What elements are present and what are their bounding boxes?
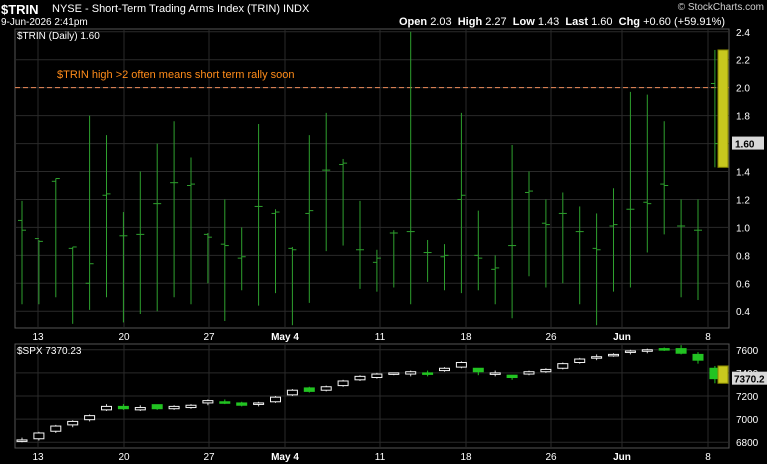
spx-xtick-label: May 4 [271, 452, 299, 463]
spx-candle [67, 420, 79, 426]
trin-xtick-label: May 4 [271, 332, 299, 343]
spx-candle [202, 400, 214, 404]
spx-candle [405, 371, 417, 375]
spx-xtick-label: 26 [545, 452, 557, 463]
spx-candle [151, 404, 163, 410]
trin-ytick-label: 2.4 [736, 28, 750, 39]
spx-candle [168, 405, 180, 410]
spx-candle [472, 367, 484, 373]
trin-xtick-label: 26 [545, 332, 557, 343]
spx-xtick-label: 18 [460, 452, 472, 463]
spx-ytick-label: 7200 [736, 392, 759, 403]
spx-candle [219, 401, 231, 404]
spx-candle [270, 396, 281, 403]
spx-candle [33, 432, 45, 440]
spx-last-highlight [717, 365, 729, 384]
spx-candle [320, 386, 332, 391]
spx-candle [117, 405, 129, 410]
spx-candle [523, 371, 535, 375]
spx-candle [388, 372, 400, 375]
trin-last-highlight [717, 49, 729, 168]
trin-xtick-label: 18 [460, 332, 472, 343]
trin-chart: 0.40.60.81.01.21.41.61.82.02.22.4132027M… [14, 28, 767, 463]
spx-last-label: 7370.2 [734, 375, 765, 386]
spx-candle [303, 387, 315, 392]
trin-ytick-label: 0.8 [736, 251, 750, 262]
spx-xtick-label: 13 [32, 452, 44, 463]
trin-xtick-label: 11 [375, 332, 386, 343]
trin-ytick-label: 2.0 [736, 84, 750, 95]
spx-candle [371, 373, 383, 379]
trin-ytick-label: 2.2 [736, 56, 750, 67]
spx-candle [185, 404, 197, 409]
trin-ytick-label: 1.8 [736, 112, 750, 123]
spx-candle [16, 439, 28, 442]
spx-candle [574, 358, 586, 363]
trin-xtick-label: 27 [203, 332, 215, 343]
spx-candle [624, 350, 636, 353]
spx-candle [540, 368, 552, 373]
trin-xtick-label: 8 [705, 332, 711, 343]
spx-candle [506, 374, 518, 379]
trin-annotation: $TRIN high >2 often means short term ral… [57, 69, 295, 81]
spx-xtick-label: Jun [613, 452, 631, 463]
spx-candle [489, 372, 501, 375]
spx-candle [84, 415, 96, 421]
spx-candle [658, 348, 670, 351]
spx-legend: $SPX 7370.23 [17, 346, 82, 357]
trin-legend: $TRIN (Daily) 1.60 [17, 31, 100, 42]
spx-candle [236, 402, 248, 406]
spx-xtick-label: 11 [375, 452, 386, 463]
spx-candle [455, 361, 467, 368]
spx-ytick-label: 6800 [736, 438, 759, 449]
spx-candle [608, 353, 619, 357]
spx-candle [354, 375, 366, 381]
spx-candle [557, 363, 569, 369]
spx-candle [422, 372, 434, 375]
trin-xtick-label: Jun [613, 332, 631, 343]
spx-ytick-label: 7600 [736, 346, 759, 357]
spx-candle [692, 353, 704, 361]
trin-ytick-label: 0.6 [736, 279, 750, 290]
spx-xtick-label: 20 [118, 452, 130, 463]
trin-ytick-label: 1.0 [736, 223, 750, 234]
spx-candle [439, 367, 450, 372]
spx-candle [641, 349, 653, 352]
trin-ytick-label: 1.2 [736, 195, 750, 206]
spx-candle [337, 380, 349, 387]
spx-candle [675, 348, 687, 354]
spx-candle [591, 356, 603, 359]
trin-xtick-label: 13 [32, 332, 44, 343]
trin-ytick-label: 1.4 [736, 168, 750, 179]
trin-xtick-label: 20 [118, 332, 130, 343]
spx-ytick-label: 7000 [736, 415, 759, 426]
spx-candle [101, 405, 112, 411]
trin-ytick-label: 0.4 [736, 307, 750, 318]
spx-candle [50, 425, 62, 432]
spx-candle [253, 402, 265, 405]
spx-xtick-label: 27 [203, 452, 215, 463]
spx-candle [286, 389, 298, 396]
trin-last-label: 1.60 [735, 140, 755, 151]
spx-xtick-label: 8 [705, 452, 711, 463]
spx-candle [134, 407, 146, 411]
